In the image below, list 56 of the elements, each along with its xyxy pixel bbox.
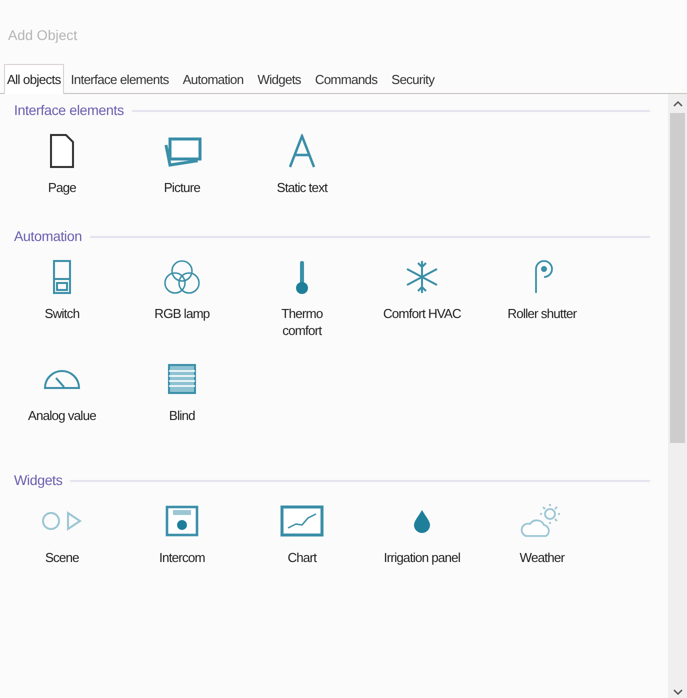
tab[interactable]: Automation [176, 67, 250, 93]
object-tile[interactable]: Chart [242, 499, 362, 566]
object-label: Switch [44, 305, 80, 322]
object-label: Picture [164, 179, 200, 196]
object-tile[interactable]: Page [2, 129, 122, 196]
object-label: RGB lamp [154, 305, 210, 322]
scrollbar-thumb[interactable] [670, 113, 685, 443]
object-label: Scene [45, 549, 79, 566]
object-label: Roller shutter [508, 305, 576, 322]
intercom-icon [165, 505, 199, 537]
picture-icon [162, 135, 202, 167]
object-label: Page [48, 179, 76, 196]
circle-play-icon [40, 510, 84, 532]
object-tile[interactable]: Blind [122, 357, 242, 424]
object-label: Intercom [159, 549, 205, 566]
object-tile[interactable]: Scene [2, 499, 122, 566]
window-title: Add Object [8, 27, 78, 43]
object-label: Thermo comfort [281, 305, 323, 339]
object-tile[interactable]: Static text [242, 129, 362, 196]
object-tile[interactable]: Picture [122, 129, 242, 196]
object-tile[interactable]: Weather [482, 499, 602, 566]
drop-icon [413, 508, 431, 534]
section-heading: Interface elements [14, 101, 124, 120]
page-icon [50, 134, 74, 168]
scrollbar[interactable] [668, 94, 687, 698]
letter-icon [287, 134, 317, 168]
switch-icon [52, 259, 72, 295]
object-label: Static text [276, 179, 328, 196]
scroll-down-icon[interactable] [672, 689, 682, 696]
gauge-icon [42, 368, 82, 390]
object-tile[interactable]: Roller shutter [482, 255, 602, 339]
object-label: Blind [169, 407, 195, 424]
object-label: Analog value [28, 407, 96, 424]
object-label: Chart [288, 549, 316, 566]
circles-icon [162, 259, 202, 295]
thermometer-icon [295, 259, 309, 295]
object-tile[interactable]: Analog value [2, 357, 122, 424]
object-label: Irrigation panel [384, 549, 460, 566]
section-heading: Automation [14, 227, 82, 246]
object-tile[interactable]: Switch [2, 255, 122, 339]
object-tile[interactable]: Comfort HVAC [362, 255, 482, 339]
object-label: Weather [520, 549, 564, 566]
blind-icon [168, 364, 196, 394]
chart-icon [280, 505, 324, 537]
scroll-up-icon[interactable] [672, 100, 682, 107]
section-heading: Widgets [14, 471, 62, 490]
tab[interactable]: Security [384, 67, 442, 93]
object-label: Comfort HVAC [383, 305, 461, 322]
object-tile[interactable]: Thermo comfort [242, 255, 362, 339]
tab[interactable]: Interface elements [64, 67, 176, 93]
tab[interactable]: All objects [4, 64, 64, 94]
tab[interactable]: Commands [308, 67, 384, 93]
tab[interactable]: Widgets [250, 67, 308, 93]
object-tile[interactable]: Intercom [122, 499, 242, 566]
object-tile[interactable]: Irrigation panel [362, 499, 482, 566]
object-tile[interactable]: RGB lamp [122, 255, 242, 339]
